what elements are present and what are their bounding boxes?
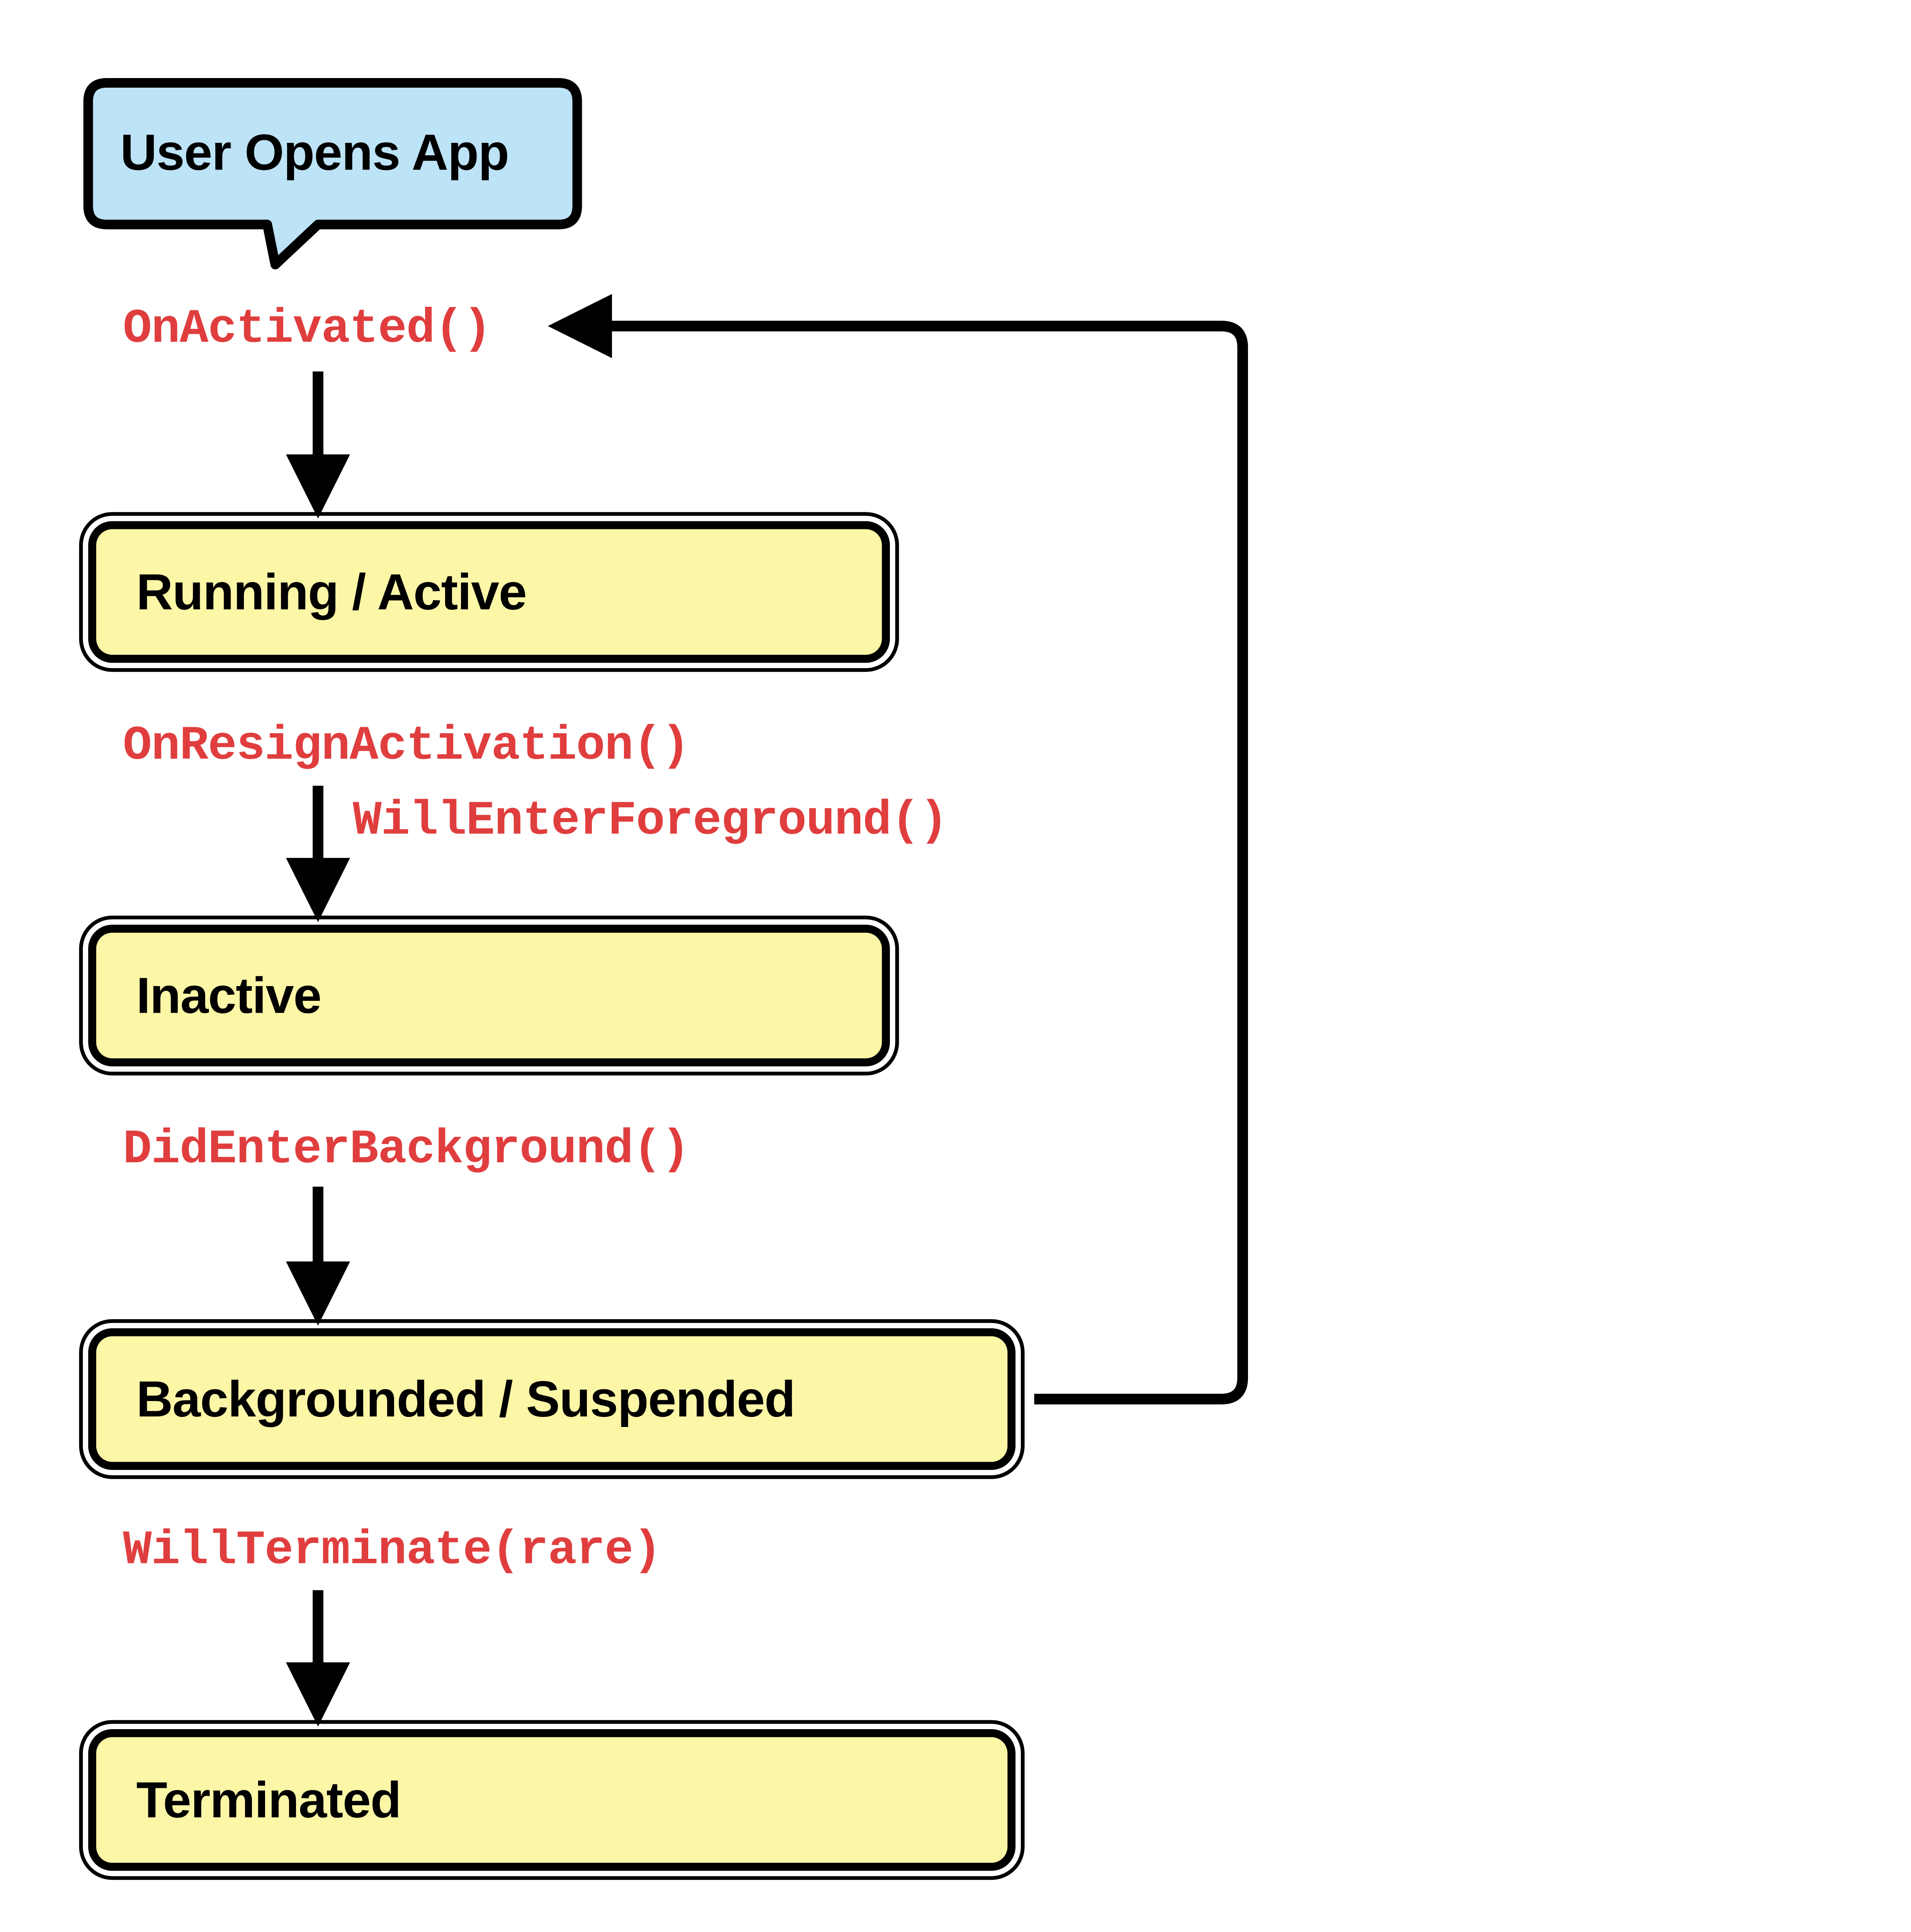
arrow-reactivate-loop [548,304,1269,1427]
arrow-resign-activation [297,786,340,914]
state-running-label: Running / Active [136,563,527,621]
state-terminated-label: Terminated [136,1771,401,1829]
transition-on-activated: OnActivated() [123,302,491,357]
app-lifecycle-diagram: User Opens App Running / Active Inactive… [0,0,1322,1932]
arrow-did-enter-background [297,1187,340,1318]
start-node-label: User Opens App [83,78,582,227]
state-inactive-label: Inactive [136,966,321,1025]
transition-will-terminate: WillTerminate(rare) [123,1523,661,1578]
arrow-will-terminate [297,1590,340,1718]
arrow-activated [297,371,340,510]
start-node: User Opens App [83,78,582,243]
state-terminated: Terminated [88,1729,1015,1871]
